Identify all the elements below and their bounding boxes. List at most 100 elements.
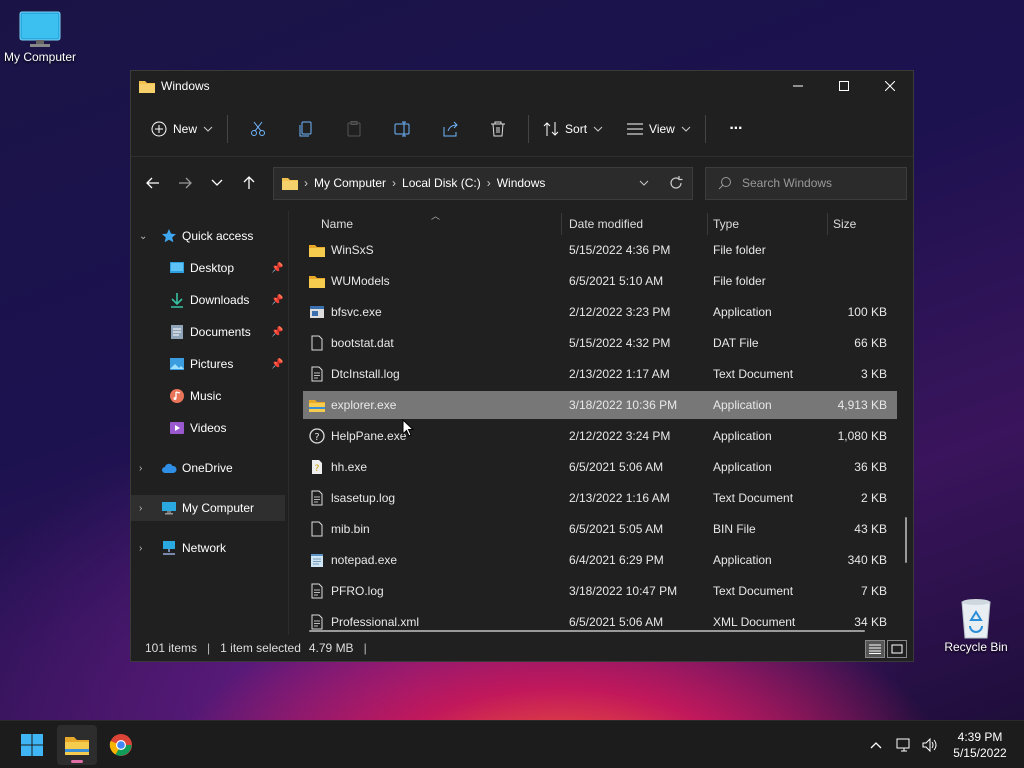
music-icon [170,389,184,403]
rename-button[interactable] [378,113,426,145]
nav-item-pictures[interactable]: Pictures 📌 [131,351,285,377]
help-viewer-icon: ? [312,460,322,474]
pin-icon[interactable]: 📌 [271,327,283,338]
item-count: 101 items [145,641,198,655]
delete-button[interactable] [474,113,522,145]
file-size: 4,913 KB [837,398,887,412]
file-row[interactable]: mib.bin 6/5/2021 5:05 AM BIN File 43 KB [303,515,897,543]
desktop-icon-recycle-bin[interactable]: Recycle Bin [936,596,1016,654]
file-row[interactable]: PFRO.log 3/18/2022 10:47 PM Text Documen… [303,577,897,605]
share-button[interactable] [426,113,474,145]
nav-item-downloads[interactable]: Downloads 📌 [131,287,285,313]
maximize-button[interactable] [821,71,867,101]
file-type: Application [713,429,772,443]
show-hidden-icons-button[interactable] [866,741,886,749]
volume-button[interactable] [918,738,942,752]
breadcrumb-local-disk[interactable]: Local Disk (C:) [402,176,481,190]
recent-locations-button[interactable] [201,167,233,199]
file-row[interactable]: WUModels 6/5/2021 5:10 AM File folder [303,267,897,295]
address-bar[interactable]: › My Computer › Local Disk (C:) › Window… [273,166,693,200]
cut-button[interactable] [234,113,282,145]
nav-item-label: Network [182,541,227,555]
minimize-button[interactable] [775,71,821,101]
sort-button[interactable]: Sort [535,113,611,145]
window-title: Windows [161,79,210,93]
column-header-date[interactable]: Date modified [569,211,643,237]
taskbar-file-explorer[interactable] [57,725,97,765]
active-indicator [71,760,83,763]
file-name: PFRO.log [331,584,384,598]
address-history-button[interactable] [628,168,660,199]
column-header-type[interactable]: Type [713,211,739,237]
breadcrumb-my-computer[interactable]: My Computer [314,176,386,190]
refresh-button[interactable] [660,168,692,199]
application-icon [310,306,324,318]
file-row[interactable]: ? HelpPane.exe 2/12/2022 3:24 PM Applica… [303,422,897,450]
speaker-icon [922,738,937,752]
file-date: 2/13/2022 1:17 AM [569,367,670,381]
column-divider[interactable] [707,213,708,235]
file-row[interactable]: DtcInstall.log 2/13/2022 1:17 AM Text Do… [303,360,897,388]
details-view-button[interactable] [865,640,885,658]
vertical-scrollbar[interactable] [905,517,907,563]
forward-button[interactable] [169,167,201,199]
title-bar[interactable]: Windows [131,71,913,101]
column-divider[interactable] [827,213,828,235]
file-row[interactable]: lsasetup.log 2/13/2022 1:16 AM Text Docu… [303,484,897,512]
copy-button[interactable] [282,113,330,145]
file-row[interactable]: notepad.exe 6/4/2021 6:29 PM Application… [303,546,897,574]
paste-button[interactable] [330,113,378,145]
clock[interactable]: 4:39 PM 5/15/2022 [940,729,1020,761]
back-button[interactable] [137,167,169,199]
arrow-left-icon [146,177,159,189]
nav-item-documents[interactable]: Documents 📌 [131,319,285,345]
horizontal-scrollbar[interactable] [309,630,865,632]
file-row[interactable]: bfsvc.exe 2/12/2022 3:23 PM Application … [303,298,897,326]
file-type: DAT File [713,336,759,350]
pin-icon[interactable]: 📌 [271,263,283,274]
nav-item-music[interactable]: Music [131,383,285,409]
up-button[interactable] [233,167,265,199]
address-row: › My Computer › Local Disk (C:) › Window… [131,157,913,209]
start-button[interactable] [12,725,52,765]
view-button[interactable]: View [619,113,699,145]
file-size: 34 KB [854,615,887,629]
network-status-button[interactable] [890,738,918,752]
file-name: Professional.xml [331,615,420,629]
file-explorer-icon [309,400,325,412]
nav-item-quick-access[interactable]: ⌄ Quick access [131,223,285,249]
file-row[interactable]: ? hh.exe 6/5/2021 5:06 AM Application 36… [303,453,897,481]
file-date: 6/4/2021 6:29 PM [569,553,664,567]
file-type: Text Document [713,367,794,381]
nav-item-network[interactable]: › Network [131,535,285,561]
file-date: 3/18/2022 10:47 PM [569,584,678,598]
taskbar-chrome[interactable] [101,725,141,765]
pin-icon[interactable]: 📌 [271,295,283,306]
column-divider[interactable] [561,213,562,235]
file-type: Application [713,553,772,567]
nav-item-videos[interactable]: Videos [131,415,285,441]
pin-icon[interactable]: 📌 [271,359,283,370]
arrow-right-icon [179,177,192,189]
search-input[interactable]: Search Windows [705,166,907,200]
nav-item-desktop[interactable]: Desktop 📌 [131,255,285,281]
column-header-size[interactable]: Size [833,211,856,237]
new-button[interactable]: New [143,113,221,145]
tiles-view-button[interactable] [887,640,907,658]
column-header-name[interactable]: Name [321,211,353,237]
close-button[interactable] [867,71,913,101]
file-name: lsasetup.log [331,491,396,505]
file-name: WinSxS [331,243,374,257]
recycle-bin-icon [961,599,991,639]
file-row[interactable]: bootstat.dat 5/15/2022 4:32 PM DAT File … [303,329,897,357]
breadcrumb-windows[interactable]: Windows [497,176,546,190]
desktop-icon-my-computer[interactable]: My Computer [0,10,80,64]
rename-icon [394,121,410,136]
nav-item-my-computer[interactable]: › My Computer [131,495,285,521]
nav-item-onedrive[interactable]: › OneDrive [131,455,285,481]
more-options-button[interactable]: ··· [712,113,760,145]
file-row[interactable]: WinSxS 5/15/2022 4:36 PM File folder [303,236,897,264]
file-type: Application [713,398,772,412]
chevron-right-icon: › [139,542,143,554]
file-row[interactable]: explorer.exe 3/18/2022 10:36 PM Applicat… [303,391,897,419]
